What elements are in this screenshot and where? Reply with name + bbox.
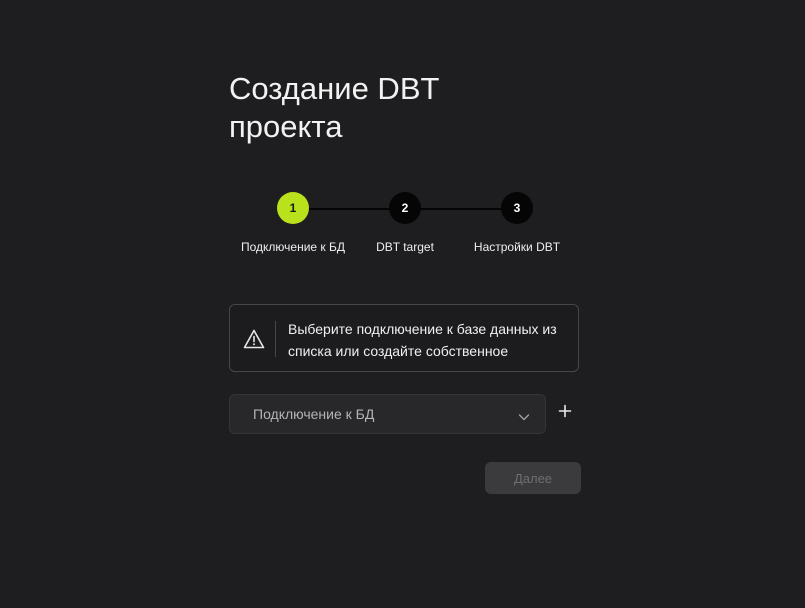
connection-select-placeholder: Подключение к БД [253, 406, 375, 422]
next-button[interactable]: Далее [485, 462, 581, 494]
step-1-label: Подключение к БД [240, 240, 346, 254]
plus-icon [558, 404, 572, 423]
alert-divider [275, 321, 276, 357]
alert-message: Выберите подключение к базе данных из сп… [288, 321, 557, 359]
stepper: 1 2 3 Подключение к БД DBT target Настро… [229, 192, 581, 262]
warning-icon [243, 329, 265, 349]
chevron-down-icon [518, 409, 530, 421]
add-connection-button[interactable] [556, 404, 574, 422]
step-2-indicator[interactable]: 2 [389, 192, 421, 224]
info-alert: Выберите подключение к базе данных из сп… [229, 304, 579, 372]
step-2-label: DBT target [376, 240, 434, 254]
step-3-indicator[interactable]: 3 [501, 192, 533, 224]
page-title: Создание DBT проекта [229, 71, 439, 144]
connection-select[interactable]: Подключение к БД [229, 394, 546, 434]
step-1-indicator[interactable]: 1 [277, 192, 309, 224]
step-3-label: Настройки DBT [473, 240, 561, 254]
